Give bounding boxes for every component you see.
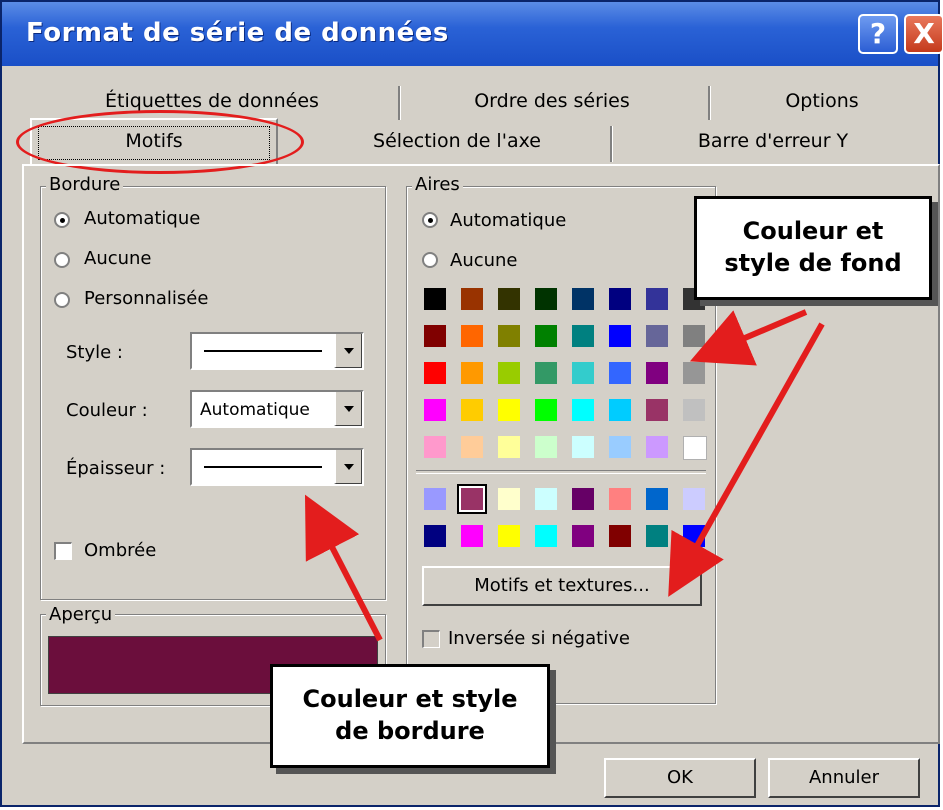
callout-fond-line1: Couleur et [742,217,884,245]
callout-bordure: Couleur et style de bordure [270,664,550,768]
callout-fond: Couleur et style de fond [694,196,932,300]
callout-bordure-line2: de bordure [335,717,485,745]
arrow-to-epaisseur [304,494,383,642]
callout-bordure-line1: Couleur et style [302,685,518,713]
arrow-to-motifs-button [668,322,825,597]
arrow-to-palette [689,309,808,366]
callout-fond-line2: style de fond [724,249,902,277]
